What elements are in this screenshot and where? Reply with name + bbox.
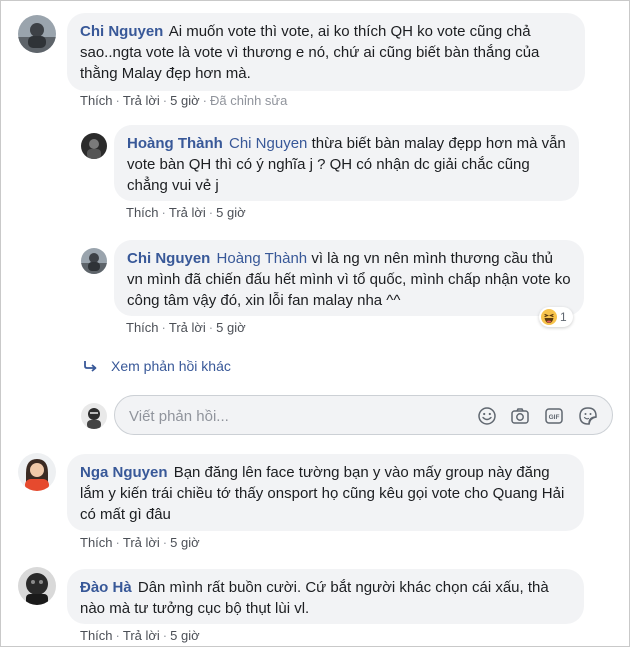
reply-link[interactable]: Trả lời [123, 93, 160, 108]
comment-author[interactable]: Chi Nguyen [80, 23, 163, 40]
reply-link[interactable]: Trả lời [169, 205, 206, 220]
like-link[interactable]: Thích [80, 93, 113, 108]
haha-emoji-icon [541, 309, 557, 325]
timestamp[interactable]: 5 giờ [170, 93, 200, 108]
timestamp[interactable]: 5 giờ [170, 628, 200, 643]
like-link[interactable]: Thích [80, 628, 113, 643]
emoji-icon[interactable] [477, 406, 497, 426]
sticker-icon[interactable] [578, 406, 598, 426]
avatar-hoang-thanh[interactable] [81, 133, 107, 159]
reply-composer[interactable]: GIF [114, 395, 613, 435]
avatar-dao-ha[interactable] [18, 567, 56, 605]
comment-thread: Chi Nguyen Ai muốn vote thì vote, ai ko … [0, 0, 630, 647]
comment-author[interactable]: Nga Nguyen [80, 464, 168, 481]
svg-text:GIF: GIF [549, 414, 560, 421]
comment-text: Dân mình rất buồn cười. Cứ bắt người khá… [80, 579, 549, 617]
more-replies-link[interactable]: Xem phản hồi khác [83, 358, 231, 374]
mention-link[interactable]: Hoàng Thành [217, 250, 308, 267]
more-replies-label[interactable]: Xem phản hồi khác [111, 358, 231, 374]
camera-icon[interactable] [510, 406, 530, 426]
comment-bubble: Nga Nguyen Bạn đăng lên face tường bạn y… [67, 454, 584, 531]
reply-input[interactable] [127, 404, 461, 428]
reply-author[interactable]: Chi Nguyen [127, 250, 210, 267]
reply-link[interactable]: Trả lời [169, 320, 206, 335]
like-link[interactable]: Thích [126, 320, 159, 335]
comment-actions: Thích · Trả lời · 5 giờ · Đã chỉnh sửa [80, 93, 288, 108]
comment-bubble: Đào Hà Dân mình rất buồn cười. Cứ bắt ng… [67, 569, 584, 624]
reply-link[interactable]: Trả lời [123, 628, 160, 643]
edited-label[interactable]: Đã chỉnh sửa [210, 93, 287, 108]
timestamp[interactable]: 5 giờ [216, 320, 246, 335]
comment-author[interactable]: Đào Hà [80, 579, 132, 596]
reply-author[interactable]: Hoàng Thành [127, 135, 223, 152]
comment-actions: Thích · Trả lời · 5 giờ [80, 628, 200, 643]
reply-arrow-icon [84, 361, 97, 372]
mention-link[interactable]: Chi Nguyen [229, 135, 307, 152]
timestamp[interactable]: 5 giờ [170, 535, 200, 550]
comment-bubble: Chi Nguyen Ai muốn vote thì vote, ai ko … [67, 13, 585, 91]
reply-bubble: Hoàng Thành Chi Nguyen thừa biết bàn mal… [114, 125, 579, 201]
avatar-nga-nguyen[interactable] [18, 453, 56, 491]
reply-link[interactable]: Trả lời [123, 535, 160, 550]
timestamp[interactable]: 5 giờ [216, 205, 246, 220]
reply-actions: Thích · Trả lời · 5 giờ [126, 205, 246, 220]
reaction-number: 1 [560, 310, 567, 324]
comment-actions: Thích · Trả lời · 5 giờ [80, 535, 200, 550]
reply-actions: Thích · Trả lời · 5 giờ [126, 320, 246, 335]
current-user-avatar [81, 403, 107, 429]
avatar-chi-nguyen-small[interactable] [81, 248, 107, 274]
reaction-count[interactable]: 1 [539, 307, 573, 327]
reply-bubble: Chi Nguyen Hoàng Thành vì là ng vn nên m… [114, 240, 584, 316]
like-link[interactable]: Thích [126, 205, 159, 220]
avatar-chi-nguyen[interactable] [18, 15, 56, 53]
like-link[interactable]: Thích [80, 535, 113, 550]
gif-icon[interactable]: GIF [544, 406, 564, 426]
